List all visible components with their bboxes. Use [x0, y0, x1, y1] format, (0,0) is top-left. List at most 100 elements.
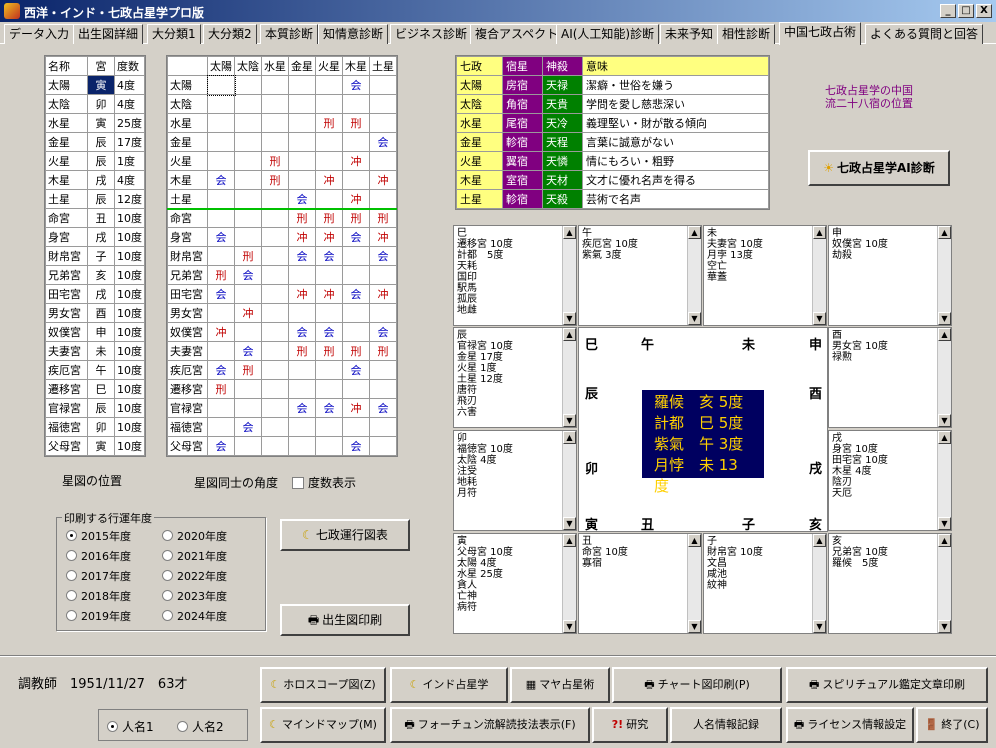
tab-category1[interactable]: 大分類1: [147, 24, 201, 44]
aspect-cell[interactable]: [234, 398, 262, 418]
aspect-cell[interactable]: [261, 379, 289, 399]
aspect-cell[interactable]: [207, 417, 235, 437]
palace-scrollbar[interactable]: ▲ ▼: [812, 226, 826, 325]
aspect-cell[interactable]: 会: [288, 322, 316, 342]
scroll-down-icon[interactable]: ▼: [563, 312, 576, 325]
aspect-cell[interactable]: 冲: [315, 227, 343, 247]
aspect-cell[interactable]: 会: [288, 189, 316, 209]
aspect-cell[interactable]: 会: [207, 227, 235, 247]
aspect-cell[interactable]: [315, 436, 343, 456]
planet-row[interactable]: 土星辰 12度: [45, 189, 145, 209]
aspect-cell[interactable]: [207, 398, 235, 418]
year-radio[interactable]: 2019年度: [66, 608, 131, 624]
unko-chart-button[interactable]: ☾ 七政運行図表: [280, 519, 410, 551]
aspect-cell[interactable]: 刑: [369, 341, 397, 361]
aspect-cell[interactable]: [369, 360, 397, 380]
aspect-cell[interactable]: [369, 436, 397, 456]
aspect-cell[interactable]: [369, 94, 397, 114]
aspect-cell[interactable]: 冲: [342, 398, 370, 418]
scroll-up-icon[interactable]: ▲: [938, 328, 951, 341]
planet-row[interactable]: 男女宮酉 10度: [45, 303, 145, 323]
aspect-cell[interactable]: [288, 436, 316, 456]
aspect-cell[interactable]: [369, 151, 397, 171]
year-radio[interactable]: 2017年度: [66, 568, 131, 584]
planet-row[interactable]: 水星寅 25度: [45, 113, 145, 133]
aspect-cell[interactable]: [342, 94, 370, 114]
aspect-cell[interactable]: 刑: [315, 208, 343, 228]
ai-diagnosis-button[interactable]: ☀ 七政占星学AI診断: [808, 150, 950, 186]
scroll-down-icon[interactable]: ▼: [563, 414, 576, 427]
aspect-cell[interactable]: [288, 417, 316, 437]
planet-row[interactable]: 太陰卯 4度: [45, 94, 145, 114]
aspect-cell[interactable]: 冲: [207, 322, 235, 342]
planet-row[interactable]: 兄弟宮亥 10度: [45, 265, 145, 285]
aspect-cell[interactable]: 会: [234, 341, 262, 361]
scroll-up-icon[interactable]: ▲: [813, 534, 826, 547]
palace-box-xu[interactable]: 戌 身宮 10度 田宅宮 10度 木星 4度 陰刃 天厄 ▲ ▼: [828, 430, 952, 531]
aspect-cell[interactable]: [261, 227, 289, 247]
aspect-cell[interactable]: [342, 132, 370, 152]
person-record-button[interactable]: 人名情報記録: [670, 707, 782, 743]
aspect-cell[interactable]: 会: [342, 75, 370, 95]
aspect-cell[interactable]: [342, 303, 370, 323]
scroll-down-icon[interactable]: ▼: [813, 620, 826, 633]
aspect-cell[interactable]: [261, 284, 289, 304]
planet-row[interactable]: 太陽寅 4度: [45, 75, 145, 95]
scroll-up-icon[interactable]: ▲: [563, 226, 576, 239]
palace-scrollbar[interactable]: ▲ ▼: [937, 226, 951, 325]
aspect-cell[interactable]: [207, 113, 235, 133]
aspect-cell[interactable]: 会: [342, 360, 370, 380]
aspect-cell[interactable]: [261, 360, 289, 380]
tab-birth-detail[interactable]: 出生図詳細: [73, 24, 144, 44]
aspect-cell[interactable]: 冲: [369, 227, 397, 247]
aspect-cell[interactable]: 冲: [288, 227, 316, 247]
aspect-cell[interactable]: [261, 417, 289, 437]
aspect-cell[interactable]: [369, 265, 397, 285]
aspect-cell[interactable]: 会: [369, 246, 397, 266]
tab-compat[interactable]: 相性診断: [717, 24, 776, 44]
aspect-cell[interactable]: [315, 417, 343, 437]
tab-chinese[interactable]: 中国七政占術: [779, 22, 862, 45]
aspect-cell[interactable]: [369, 303, 397, 323]
scroll-up-icon[interactable]: ▲: [563, 328, 576, 341]
planet-row[interactable]: 金星辰 17度: [45, 132, 145, 152]
aspect-cell[interactable]: [261, 208, 289, 228]
planet-row[interactable]: 福徳宮卯 10度: [45, 417, 145, 437]
palace-box-yin[interactable]: 寅 父母宮 10度 太陽 4度 水星 25度 貪人 亡神 病符 ▲ ▼: [453, 533, 577, 634]
minimize-button[interactable]: _: [940, 4, 956, 18]
spiritual-print-button[interactable]: 🖶 スピリチュアル鑑定文章印刷: [786, 667, 988, 703]
aspect-cell[interactable]: 会: [207, 436, 235, 456]
aspect-cell[interactable]: [261, 303, 289, 323]
aspect-cell[interactable]: 冲: [315, 170, 343, 190]
year-radio[interactable]: 2024年度: [162, 608, 227, 624]
aspect-cell[interactable]: 刑: [369, 208, 397, 228]
aspect-cell[interactable]: 会: [234, 417, 262, 437]
aspect-cell[interactable]: 冲: [288, 284, 316, 304]
aspect-cell[interactable]: [288, 303, 316, 323]
aspect-cell[interactable]: 刑: [261, 170, 289, 190]
year-radio[interactable]: 2023年度: [162, 588, 227, 604]
aspect-cell[interactable]: 冲: [342, 189, 370, 209]
palace-box-zi[interactable]: 子 財帛宮 10度 文昌 咸池 紋神 ▲ ▼: [703, 533, 827, 634]
scroll-down-icon[interactable]: ▼: [938, 620, 951, 633]
aspect-cell[interactable]: [261, 75, 289, 95]
aspect-cell[interactable]: [342, 379, 370, 399]
chart-print-button[interactable]: 🖶 チャート図印刷(P): [612, 667, 782, 703]
planet-row[interactable]: 火星辰 1度: [45, 151, 145, 171]
name1-radio[interactable]: 人名1: [107, 718, 154, 735]
aspect-cell[interactable]: [207, 132, 235, 152]
palace-box-si[interactable]: 巳 遷移宮 10度 計都 5度 天耗 国印 駅馬 孤辰 地雌 ▲ ▼: [453, 225, 577, 326]
palace-scrollbar[interactable]: ▲ ▼: [562, 534, 576, 633]
aspect-cell[interactable]: [234, 113, 262, 133]
aspect-cell[interactable]: [261, 113, 289, 133]
aspect-cell[interactable]: [288, 170, 316, 190]
aspect-cell[interactable]: 会: [315, 322, 343, 342]
aspect-cell[interactable]: 会: [369, 322, 397, 342]
planet-row[interactable]: 身宮戌 10度: [45, 227, 145, 247]
scroll-up-icon[interactable]: ▲: [688, 226, 701, 239]
palace-box-mao[interactable]: 卯 福徳宮 10度 太陰 4度 注受 地耗 月符 ▲ ▼: [453, 430, 577, 531]
scroll-down-icon[interactable]: ▼: [938, 312, 951, 325]
aspect-cell[interactable]: 会: [315, 398, 343, 418]
aspect-cell[interactable]: [288, 360, 316, 380]
tab-chijoi[interactable]: 知情意診断: [318, 24, 389, 44]
